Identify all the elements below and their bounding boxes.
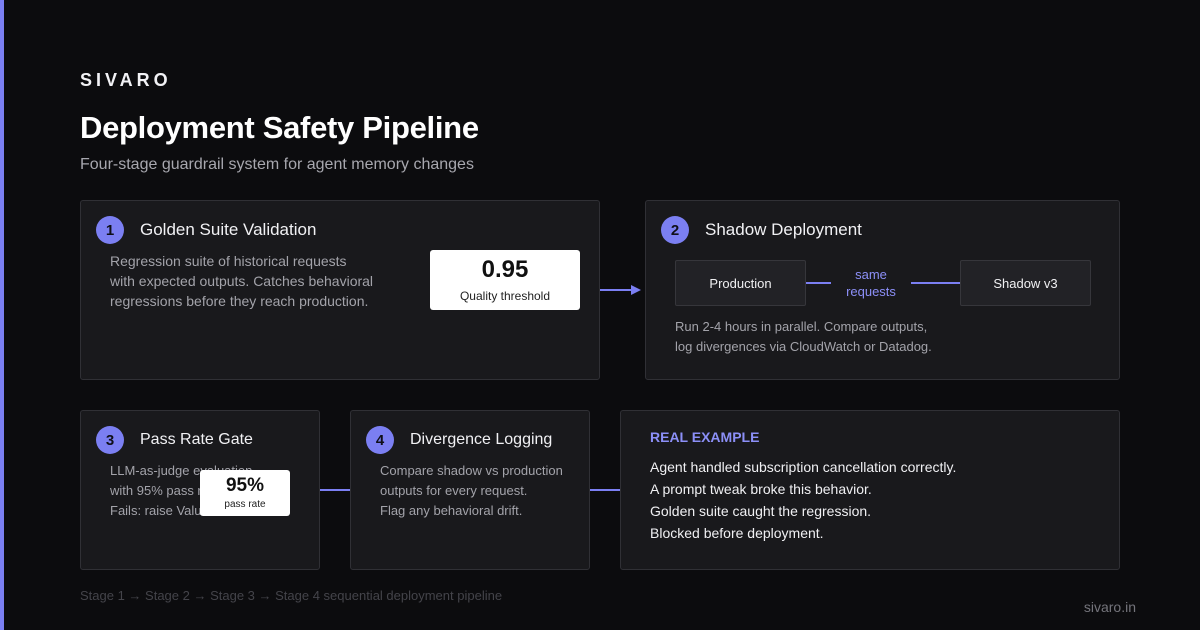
stage-4-description-line: Compare shadow vs production	[380, 463, 563, 478]
stage-1-card: 1 Golden Suite Validation Regression sui…	[80, 200, 600, 380]
stage-2-description-line: log divergences via CloudWatch or Datado…	[675, 339, 932, 354]
pass-rate-label: pass rate	[224, 499, 266, 510]
flow-line	[806, 282, 831, 284]
stage-4-card: 4 Divergence Logging Compare shadow vs p…	[350, 410, 590, 570]
real-example-card: REAL EXAMPLE Agent handled subscription …	[620, 410, 1120, 570]
page-title: Deployment Safety Pipeline	[80, 110, 479, 145]
stage-2-card: 2 Shadow Deployment Production same requ…	[645, 200, 1120, 380]
pipeline-footnote: Stage 1 → Stage 2 → Stage 3 → Stage 4 se…	[80, 588, 503, 603]
real-example-label: REAL EXAMPLE	[650, 429, 760, 445]
quality-threshold-label: Quality threshold	[459, 288, 551, 303]
pass-rate-badge: 95% pass rate	[200, 470, 290, 516]
stage-4-description: Compare shadow vs production outputs for…	[380, 461, 563, 521]
real-example-line: Agent handled subscription cancellation …	[650, 459, 957, 475]
quality-threshold-value: 0.95	[481, 255, 529, 283]
same-requests-line: requests	[846, 284, 896, 299]
same-requests-line: same	[855, 267, 887, 282]
stage-3-card: 3 Pass Rate Gate LLM-as-judge evaluation…	[80, 410, 320, 570]
pass-rate-value: 95%	[225, 475, 265, 496]
stage-1-description-line: Regression suite of historical requests	[110, 253, 347, 269]
brand-logo: SIVARO	[80, 70, 172, 90]
site-url: sivaro.in	[1083, 599, 1136, 615]
left-accent-bar	[0, 0, 4, 630]
stage-3-number: 3	[96, 426, 124, 454]
stage-4-description-line: Flag any behavioral drift.	[380, 503, 523, 518]
stage-4-number: 4	[366, 426, 394, 454]
stage-1-description-line: regressions before they reach production…	[110, 293, 369, 309]
page-subtitle: Four-stage guardrail system for agent me…	[80, 156, 474, 173]
stage-2-number: 2	[661, 216, 689, 244]
real-example-line: Golden suite caught the regression.	[650, 503, 872, 519]
stage-1-description-line: with expected outputs. Catches behaviora…	[110, 273, 374, 289]
production-box: Production	[675, 260, 806, 306]
stage-4-title: Divergence Logging	[410, 431, 553, 448]
stage-2-title: Shadow Deployment	[705, 220, 862, 239]
stage-1-number: 1	[96, 216, 124, 244]
stage-4-description-line: outputs for every request.	[380, 483, 528, 498]
stage-1-description: Regression suite of historical requests …	[110, 251, 373, 311]
stage-2-description-line: Run 2-4 hours in parallel. Compare outpu…	[675, 319, 928, 334]
real-example-line: Blocked before deployment.	[650, 525, 824, 541]
same-requests-label: same requests	[831, 266, 911, 300]
stage-1-title: Golden Suite Validation	[140, 220, 317, 239]
arrow-right-icon	[600, 285, 641, 295]
stage-3-title: Pass Rate Gate	[140, 431, 253, 448]
stage-2-description: Run 2-4 hours in parallel. Compare outpu…	[675, 317, 932, 357]
real-example-line: A prompt tweak broke this behavior.	[650, 481, 872, 497]
quality-threshold-badge: 0.95 Quality threshold	[430, 250, 580, 310]
shadow-box: Shadow v3	[960, 260, 1091, 306]
